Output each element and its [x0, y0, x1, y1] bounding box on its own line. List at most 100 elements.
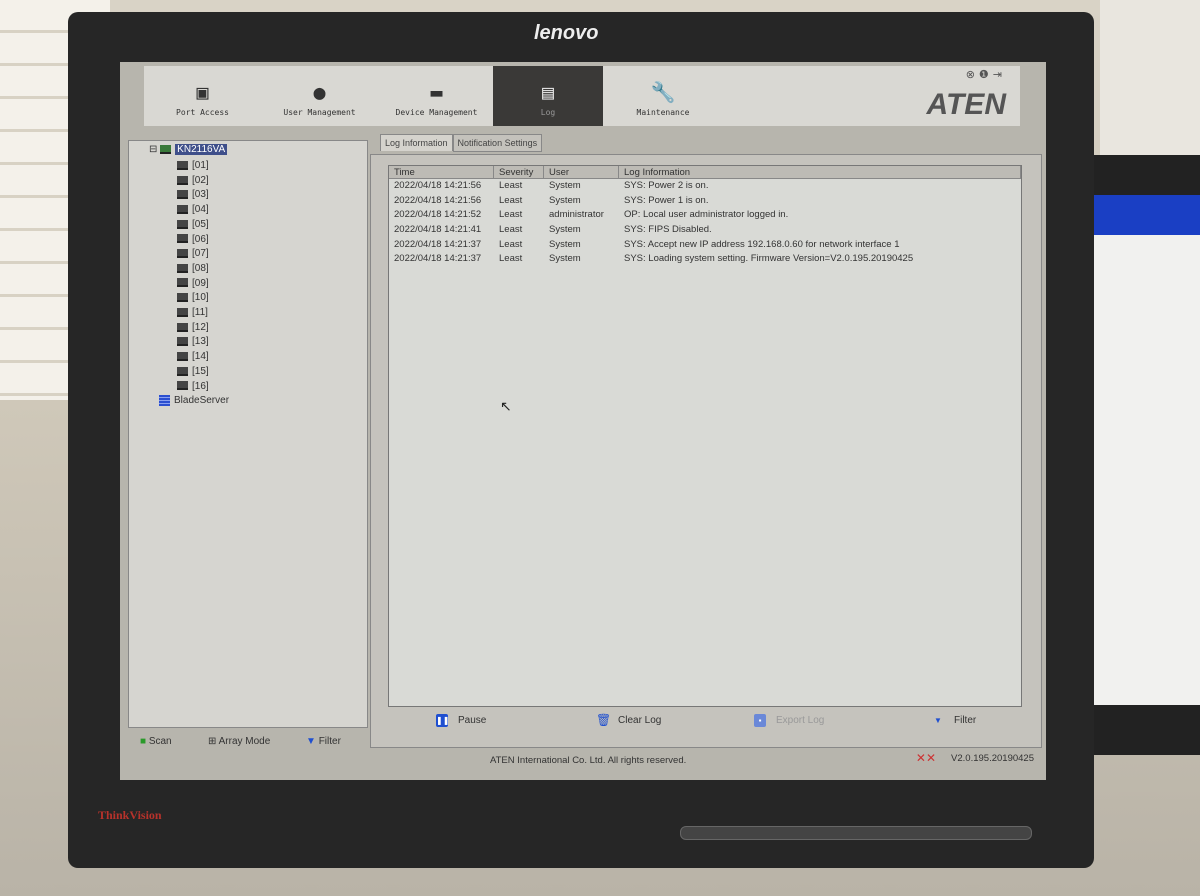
log-cell: System [549, 194, 581, 206]
log-row[interactable]: 2022/04/18 14:21:41 Least System SYS: FIPS … [389, 223, 1021, 238]
export-log-button[interactable]: ▪ Export Log [754, 714, 824, 727]
tab-log-information[interactable]: Log Information [380, 134, 453, 151]
monitor-icon [177, 307, 188, 317]
tree-port[interactable]: [15] [177, 365, 209, 379]
save-icon: ▪ [754, 714, 766, 727]
log-cell: System [549, 238, 581, 250]
tree-port[interactable]: [03] [177, 188, 209, 202]
tree-port[interactable]: [13] [177, 335, 209, 349]
filter-icon: ▼ [934, 716, 942, 725]
drive-icon: ▬ [430, 80, 443, 104]
log-cell: OP: Local user administrator logged in. [624, 209, 789, 221]
log-cell: Least [499, 194, 523, 206]
tree-port[interactable]: [02] [177, 174, 209, 188]
help-icon[interactable]: ❶ [979, 69, 993, 81]
device-tree-panel: ⊟ KN2116VA [01] [02] [03] [04] [05] [06] [07][… [128, 140, 368, 728]
tree-port[interactable]: [14] [177, 350, 209, 364]
tree-port[interactable]: [09] [177, 277, 209, 291]
log-cell: 2022/04/18 14:21:56 [394, 194, 482, 206]
monitor-icon [177, 175, 188, 185]
log-cell: 2022/04/18 14:21:37 [394, 253, 482, 265]
log-cell: 2022/04/18 14:21:56 [394, 180, 482, 191]
log-cell: Least [499, 224, 523, 236]
monitor-icon [177, 219, 188, 229]
tree-port[interactable]: [10] [177, 291, 209, 305]
nav-user-management[interactable]: ● User Management [261, 66, 378, 126]
tree-port[interactable]: [08] [177, 262, 209, 276]
pause-icon: ❚❚ [436, 714, 450, 727]
left-toolbar: ■ Scan ⊞ Array Mode ▼ Filter [140, 736, 366, 752]
log-row[interactable]: 2022/04/18 14:21:56 Least System SYS: Power… [389, 179, 1021, 194]
monitor-icon [177, 322, 188, 332]
close-icon[interactable]: ⊗ [966, 69, 979, 81]
log-cell: SYS: Loading system setting. Firmware Ve… [624, 253, 914, 265]
log-cell: SYS: FIPS Disabled. [624, 224, 712, 236]
log-cell: SYS: Accept new IP address 192.168.0.60 … [624, 238, 900, 250]
aten-logo: ATEN [926, 88, 1006, 121]
user-icon: ● [313, 80, 326, 104]
log-cell: Least [499, 238, 523, 250]
log-cell: Least [499, 253, 523, 265]
monitor-icon [177, 249, 188, 259]
log-cell: administrator [549, 209, 604, 221]
monitor-controls[interactable] [680, 826, 1032, 840]
col-user[interactable]: User [544, 166, 619, 178]
nav-log[interactable]: ▤ Log [493, 66, 603, 126]
clear-log-button[interactable]: 🗑 Clear Log [596, 714, 661, 727]
tab-notification-settings[interactable]: Notification Settings [452, 134, 543, 152]
filter-button[interactable]: ▼ Filter [932, 714, 976, 727]
tree-port[interactable]: [16] [177, 380, 209, 394]
monitor-icon [177, 234, 188, 244]
col-time[interactable]: Time [389, 166, 494, 178]
tree-port[interactable]: [11] [177, 306, 208, 320]
pause-button[interactable]: ❚❚ Pause [436, 714, 486, 727]
scan-button[interactable]: ■ Scan [140, 736, 172, 747]
tree-port[interactable]: [12] [177, 321, 209, 335]
nav-maintenance[interactable]: 🔧 Maintenance [603, 66, 723, 126]
log-cell: 2022/04/18 14:21:52 [394, 209, 482, 221]
collapse-icon[interactable]: ⊟ [149, 144, 157, 155]
tree-port[interactable]: [07] [177, 247, 209, 261]
nav-device-management[interactable]: ▬ Device Management [378, 66, 495, 126]
tree-port[interactable]: [05] [177, 218, 209, 232]
tree-port[interactable]: [06] [177, 233, 209, 247]
log-cell: Least [499, 209, 523, 221]
version: V2.0.195.20190425 [951, 753, 1034, 764]
log-cell: SYS: Power 2 is on. [624, 180, 709, 191]
log-cell: 2022/04/18 14:21:37 [394, 238, 482, 250]
monitor-icon [177, 293, 188, 303]
log-cell: System [549, 224, 581, 236]
scan-icon: ■ [140, 736, 147, 747]
log-cell: SYS: Power 1 is on. [624, 194, 709, 206]
logout-icon[interactable]: ⇥ [993, 69, 1006, 81]
array-mode-button[interactable]: ⊞ Array Mode [208, 736, 270, 747]
trash-icon: 🗑 [596, 713, 612, 727]
tab-bar: Log Information Notification Settings [380, 134, 543, 152]
tree-port[interactable]: [04] [177, 203, 209, 217]
log-cell: System [549, 253, 581, 265]
monitor-icon [177, 337, 188, 347]
monitor-icon [177, 263, 188, 273]
log-row[interactable]: 2022/04/18 14:21:52 Least administrator OP:… [389, 208, 1021, 223]
switch-icon [160, 144, 172, 154]
filter-icon: ▼ [306, 736, 316, 747]
mouse-cursor-icon: ↖ [500, 398, 512, 414]
copyright: ATEN International Co. Ltd. All rights r… [490, 755, 687, 766]
tree-blade-server[interactable]: BladeServer [159, 394, 229, 408]
window-icons: ⊗❶⇥ [966, 68, 1006, 81]
log-row[interactable]: 2022/04/18 14:21:37 Least System SYS: Loadi… [389, 252, 1021, 267]
monitor-icon [177, 278, 188, 288]
tree-port[interactable]: [01] [177, 159, 209, 173]
col-log-information[interactable]: Log Information [619, 166, 1021, 178]
nav-port-access[interactable]: ▣ Port Access [144, 66, 261, 126]
log-row[interactable]: 2022/04/18 14:21:56 Least System SYS: Power… [389, 194, 1021, 209]
top-nav: ▣ Port Access ● User Management ▬ Device Ma… [144, 66, 1020, 126]
monitor-icon [177, 190, 188, 200]
monitor-icon [177, 366, 188, 376]
filter-button-left[interactable]: ▼ Filter [306, 736, 341, 747]
monitor-icon [177, 160, 188, 170]
log-row[interactable]: 2022/04/18 14:21:37 Least System SYS: Accep… [389, 238, 1021, 253]
tree-root[interactable]: ⊟ KN2116VA [149, 144, 228, 155]
col-severity[interactable]: Severity [494, 166, 544, 178]
log-table: Time Severity User Log Information 2022/… [388, 165, 1022, 707]
